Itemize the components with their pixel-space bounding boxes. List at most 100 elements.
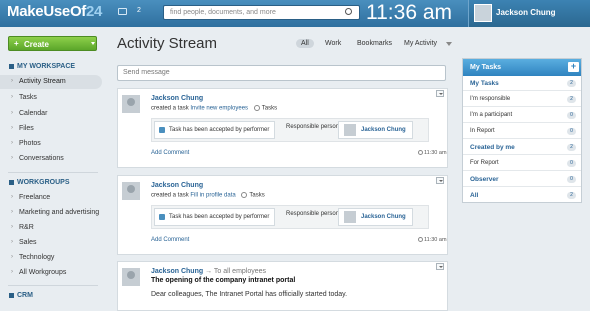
divider <box>8 285 98 286</box>
tab-my-activity[interactable]: My Activity <box>404 40 437 47</box>
post-author[interactable]: Jackson Chung <box>151 95 203 102</box>
divider <box>8 172 98 173</box>
task-filter-my-tasks[interactable]: My Tasks 2 <box>463 76 581 91</box>
crm-icon <box>9 292 14 298</box>
sidebar-item-calendar[interactable]: › Calendar <box>0 107 102 121</box>
sidebar-item-conversations[interactable]: › Conversations <box>0 152 102 166</box>
count-badge: 0 <box>567 160 576 167</box>
logo[interactable]: MakeUseOf24 <box>7 3 102 20</box>
filter-icon[interactable] <box>446 42 452 46</box>
feed-post: Jackson Chung created a task Invite new … <box>117 88 448 168</box>
plus-icon: + <box>14 39 19 48</box>
add-task-icon[interactable]: + <box>568 62 579 72</box>
sidebar: + Create MY WORKSPACE › Activity Stream ›… <box>0 27 102 305</box>
task-details: Task has been accepted by performer Resp… <box>151 205 429 229</box>
my-tasks-header: My Tasks + <box>463 59 581 76</box>
post-time: 11:30 am <box>418 237 447 243</box>
count-badge: 2 <box>567 192 576 199</box>
responsible-label: Responsible person: <box>286 124 341 130</box>
clock-icon <box>418 150 423 156</box>
task-filter-for-report[interactable]: For Report 0 <box>463 156 581 171</box>
announcement-body: Dear colleagues, The Intranet Portal has… <box>151 291 348 298</box>
panel-title: My Tasks <box>470 64 501 71</box>
user-name: Jackson Chung <box>496 8 556 17</box>
clock: 11:36 am <box>366 1 452 24</box>
section-workgroups[interactable]: WORKGROUPS <box>9 179 70 186</box>
chat-icon[interactable] <box>118 8 127 15</box>
search-placeholder: find people, documents, and more <box>170 9 276 16</box>
task-link[interactable]: Fill in profile data <box>190 193 235 199</box>
sidebar-item-tasks[interactable]: › Tasks <box>0 91 102 105</box>
clock-icon <box>241 192 248 198</box>
post-menu-button[interactable] <box>436 263 444 270</box>
add-comment-link[interactable]: Add Comment <box>151 150 189 156</box>
post-action: created a task Fill in profile data Task… <box>151 192 265 199</box>
avatar[interactable] <box>122 95 140 113</box>
search-icon[interactable] <box>345 8 352 15</box>
task-filter-responsible[interactable]: I'm responsible 2 <box>463 92 581 107</box>
task-filter-participant[interactable]: I'm a participant 0 <box>463 108 581 123</box>
avatar <box>344 211 356 223</box>
feed-post: Jackson Chung created a task Fill in pro… <box>117 175 448 255</box>
task-status: Task has been accepted by performer <box>154 121 275 139</box>
tab-work[interactable]: Work <box>325 40 341 47</box>
user-menu[interactable]: Jackson Chung <box>468 0 590 27</box>
avatar[interactable] <box>122 182 140 200</box>
page-title: Activity Stream <box>117 35 218 52</box>
check-icon <box>159 214 165 220</box>
task-status: Task has been accepted by performer <box>154 208 275 226</box>
sidebar-item-photos[interactable]: › Photos <box>0 137 102 151</box>
responsible-person[interactable]: Jackson Chung <box>338 208 413 226</box>
task-filter-observer[interactable]: Observer 0 <box>463 172 581 187</box>
tab-all[interactable]: All <box>296 39 314 48</box>
sidebar-item-rr[interactable]: › R&R <box>0 221 102 235</box>
count-badge: 2 <box>567 144 576 151</box>
count-badge: 2 <box>567 96 576 103</box>
author-link[interactable]: Jackson Chung <box>151 268 203 275</box>
section-crm[interactable]: CRM <box>9 292 33 299</box>
top-bar: MakeUseOf24 2 find people, documents, an… <box>0 0 590 27</box>
tab-bookmarks[interactable]: Bookmarks <box>357 40 392 47</box>
count-badge: 0 <box>567 176 576 183</box>
sidebar-item-technology[interactable]: › Technology <box>0 251 102 265</box>
count-badge: 0 <box>567 128 576 135</box>
sidebar-item-sales[interactable]: › Sales <box>0 236 102 250</box>
clock-icon <box>418 237 423 243</box>
sidebar-item-all-workgroups[interactable]: › All Workgroups <box>0 266 102 280</box>
responsible-person[interactable]: Jackson Chung <box>338 121 413 139</box>
group-icon <box>9 179 14 185</box>
my-tasks-panel: My Tasks + My Tasks 2 I'm responsible 2 I'… <box>462 58 582 203</box>
responsible-label: Responsible person: <box>286 211 341 217</box>
task-link[interactable]: Invite new employees <box>190 106 248 112</box>
clock-icon <box>253 105 260 111</box>
create-button[interactable]: + Create <box>8 36 97 51</box>
feed-post-announcement: Jackson Chung → To all employees The ope… <box>117 261 448 311</box>
send-message-input[interactable]: Send message <box>117 65 446 81</box>
sidebar-item-files[interactable]: › Files <box>0 122 102 136</box>
sidebar-item-freelance[interactable]: › Freelance <box>0 191 102 205</box>
sidebar-item-marketing[interactable]: › Marketing and advertising <box>0 206 102 220</box>
send-message-placeholder: Send message <box>123 69 170 76</box>
post-author: Jackson Chung → To all employees <box>151 268 266 275</box>
task-filter-all[interactable]: All 2 <box>463 188 581 203</box>
post-menu-button[interactable] <box>436 90 444 97</box>
post-menu-button[interactable] <box>436 177 444 184</box>
post-author[interactable]: Jackson Chung <box>151 182 203 189</box>
task-details: Task has been accepted by performer Resp… <box>151 118 429 142</box>
avatar <box>474 4 492 22</box>
add-comment-link[interactable]: Add Comment <box>151 237 189 243</box>
bookmark-icon <box>9 63 14 69</box>
notification-count[interactable]: 2 <box>137 7 141 14</box>
section-my-workspace[interactable]: MY WORKSPACE <box>9 63 75 70</box>
avatar[interactable] <box>122 268 140 286</box>
count-badge: 0 <box>567 112 576 119</box>
avatar <box>344 124 356 136</box>
search-input[interactable]: find people, documents, and more <box>163 5 360 20</box>
task-filter-in-report[interactable]: In Report 0 <box>463 124 581 139</box>
count-badge: 2 <box>567 80 576 87</box>
recipients: → To all employees <box>205 268 267 275</box>
chevron-down-icon <box>91 42 95 45</box>
post-time: 11:30 am <box>418 150 447 156</box>
sidebar-item-activity-stream[interactable]: › Activity Stream <box>0 75 102 89</box>
task-filter-created-by-me[interactable]: Created by me 2 <box>463 140 581 155</box>
